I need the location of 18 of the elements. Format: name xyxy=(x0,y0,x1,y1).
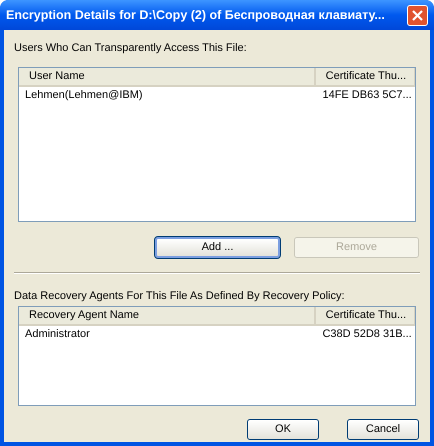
list-view[interactable]: Recovery Agent Name Certificate Thu... Administrator C38D 52D8 31B... xyxy=(18,306,416,406)
list-cell-text: C38D 52D8 31B... xyxy=(321,327,413,342)
dialog-button[interactable]: Add ... xyxy=(155,237,280,258)
dialog-button[interactable]: Cancel xyxy=(347,419,419,440)
close-icon xyxy=(412,10,423,20)
list-view[interactable]: User Name Certificate Thu... Lehmen(Lehmen@IBM) 14FE DB63 5C7... xyxy=(18,67,416,222)
column-header[interactable]: Recovery Agent Name xyxy=(19,307,315,324)
column-header[interactable]: User Name xyxy=(19,68,315,85)
column-header[interactable]: Certificate Thu... xyxy=(314,68,415,85)
close-button[interactable] xyxy=(407,4,428,26)
dialog-button[interactable]: OK xyxy=(247,419,319,440)
column-header[interactable]: Certificate Thu... xyxy=(314,307,415,324)
list-cell-text: Lehmen(Lehmen@IBM) xyxy=(24,88,144,104)
list-cell-text: Administrator xyxy=(24,327,91,342)
section-label: Data Recovery Agents For This File As Defined By Recovery Policy: xyxy=(14,289,346,302)
list-cell-text: 14FE DB63 5C7... xyxy=(321,88,413,104)
window-title: Encryption Details for D:\Copy (2) of Беспроводная клавиату... xyxy=(6,6,386,24)
section-label: Users Who Can Transparently Access This File: xyxy=(14,41,248,54)
